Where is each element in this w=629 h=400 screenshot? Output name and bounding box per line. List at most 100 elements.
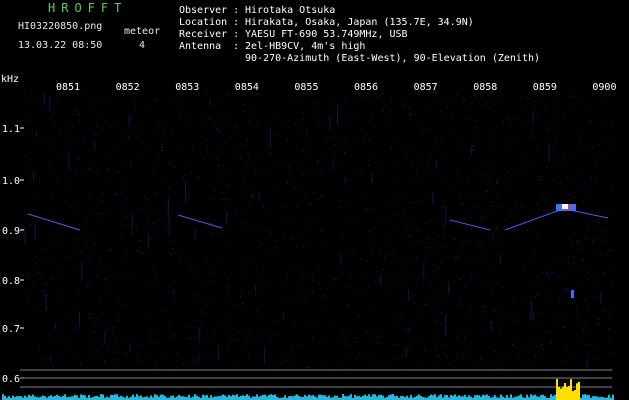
noise-speck (516, 212, 518, 214)
noise-speck (484, 253, 486, 254)
noise-speck (146, 151, 148, 153)
noise-speck (299, 256, 301, 258)
noise-speck (612, 304, 614, 306)
level-bar (102, 394, 104, 400)
noise-speck (377, 164, 379, 166)
noise-speck (259, 286, 261, 288)
noise-speck (598, 318, 600, 320)
noise-speck (441, 136, 443, 138)
noise-speck (422, 129, 423, 131)
noise-speck (88, 167, 90, 169)
noise-speck (204, 283, 206, 284)
noise-speck (106, 267, 108, 269)
level-bar (532, 395, 534, 400)
noise-speck (172, 248, 174, 249)
noise-streak (81, 262, 83, 281)
noise-speck (71, 236, 73, 238)
noise-speck (78, 293, 80, 295)
noise-speck (287, 166, 289, 168)
noise-speck (506, 148, 508, 150)
noise-speck (526, 96, 527, 98)
noise-speck (476, 275, 478, 277)
noise-speck (221, 231, 223, 233)
noise-speck (576, 315, 578, 317)
noise-speck (262, 202, 263, 204)
noise-speck (348, 354, 350, 356)
level-peak (562, 386, 564, 400)
noise-speck (152, 331, 154, 333)
noise-speck (126, 304, 128, 306)
noise-speck (585, 238, 587, 240)
noise-speck (512, 230, 514, 232)
noise-speck (58, 130, 60, 132)
noise-speck (575, 264, 577, 266)
level-bar (494, 395, 496, 400)
noise-speck (120, 341, 122, 343)
noise-speck (270, 234, 272, 236)
noise-speck (373, 359, 374, 361)
noise-speck (295, 111, 297, 113)
noise-speck (201, 117, 203, 119)
noise-speck (269, 283, 271, 285)
noise-speck (52, 366, 54, 367)
noise-speck (122, 135, 124, 137)
noise-speck (440, 96, 442, 98)
noise-speck (94, 242, 96, 244)
level-peak (568, 385, 570, 400)
noise-speck (230, 341, 232, 343)
noise-speck (143, 196, 145, 198)
level-bar (210, 395, 212, 400)
noise-speck (457, 225, 459, 226)
noise-speck (576, 309, 578, 310)
noise-speck (185, 363, 187, 365)
noise-speck (455, 257, 457, 259)
noise-speck (449, 281, 451, 283)
noise-speck (473, 257, 475, 259)
noise-speck (381, 93, 383, 95)
noise-speck (583, 327, 585, 329)
noise-speck (95, 126, 97, 128)
noise-speck (255, 172, 256, 174)
noise-speck (489, 129, 491, 130)
noise-speck (80, 251, 82, 253)
noise-speck (417, 160, 419, 162)
noise-speck (417, 121, 419, 123)
noise-speck (101, 113, 103, 114)
noise-speck (192, 277, 194, 279)
level-bar (62, 395, 64, 400)
noise-speck (139, 251, 141, 253)
level-bar (356, 396, 358, 400)
level-bar (500, 394, 502, 400)
noise-speck (588, 217, 590, 219)
noise-speck (368, 244, 370, 246)
noise-speck (173, 335, 175, 337)
noise-speck (358, 292, 360, 294)
level-bar (344, 396, 346, 400)
noise-speck (29, 177, 31, 179)
noise-speck (433, 301, 435, 303)
noise-speck (569, 271, 571, 272)
level-bar (84, 395, 86, 400)
level-bar (160, 394, 162, 400)
noise-speck (613, 138, 615, 140)
noise-speck (250, 106, 252, 108)
noise-streak (167, 197, 169, 217)
noise-speck (147, 215, 148, 217)
noise-speck (26, 235, 28, 237)
noise-speck (255, 294, 257, 296)
noise-speck (378, 342, 379, 343)
noise-speck (70, 169, 72, 171)
noise-speck (53, 259, 55, 261)
noise-speck (507, 117, 509, 119)
noise-speck (182, 363, 184, 364)
noise-speck (568, 153, 570, 155)
noise-speck (118, 360, 120, 362)
noise-speck (306, 241, 308, 243)
noise-speck (468, 262, 470, 263)
noise-speck (59, 301, 61, 303)
noise-speck (230, 136, 232, 138)
noise-streak (129, 343, 131, 353)
noise-speck (380, 328, 382, 330)
noise-speck (389, 96, 391, 98)
noise-speck (139, 240, 141, 241)
